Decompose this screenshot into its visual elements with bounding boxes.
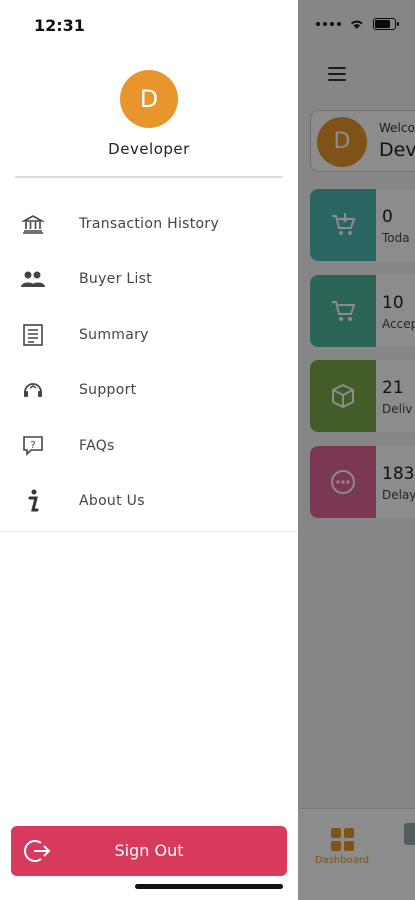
status-time: 12:31 [34,16,85,35]
divider [0,531,298,532]
menu-item-label: Support [79,382,137,399]
menu-item-support[interactable]: Support [0,363,298,419]
menu-item-label: About Us [79,493,145,510]
menu-item-faqs[interactable]: ? FAQs [0,418,298,474]
question-chat-icon: ? [20,433,46,459]
home-indicator [135,884,283,889]
menu-item-label: Buyer List [79,271,153,288]
people-icon [20,266,46,292]
menu-item-buyer-list[interactable]: Buyer List [0,252,298,308]
svg-text:?: ? [30,440,35,451]
avatar: D [120,70,178,128]
menu-item-label: Summary [79,326,149,343]
headset-icon [20,377,46,403]
menu-item-label: FAQs [79,437,115,454]
drawer-scrim[interactable] [298,0,415,900]
user-name: Developer [108,140,190,158]
info-icon [20,488,46,514]
menu-item-label: Transaction History [79,215,220,232]
bank-icon [20,211,46,237]
menu-item-transaction-history[interactable]: Transaction History [0,196,298,252]
menu-item-about-us[interactable]: About Us [0,474,298,530]
summary-list-icon [20,322,46,348]
sign-out-button[interactable]: Sign Out [11,826,287,876]
menu-item-summary[interactable]: Summary [0,307,298,363]
sign-out-label: Sign Out [114,841,184,860]
drawer-menu: Transaction History Buyer List Summary S… [0,196,298,529]
navigation-drawer: 12:31 D Developer Transaction History Bu… [0,0,298,900]
divider [15,176,283,178]
